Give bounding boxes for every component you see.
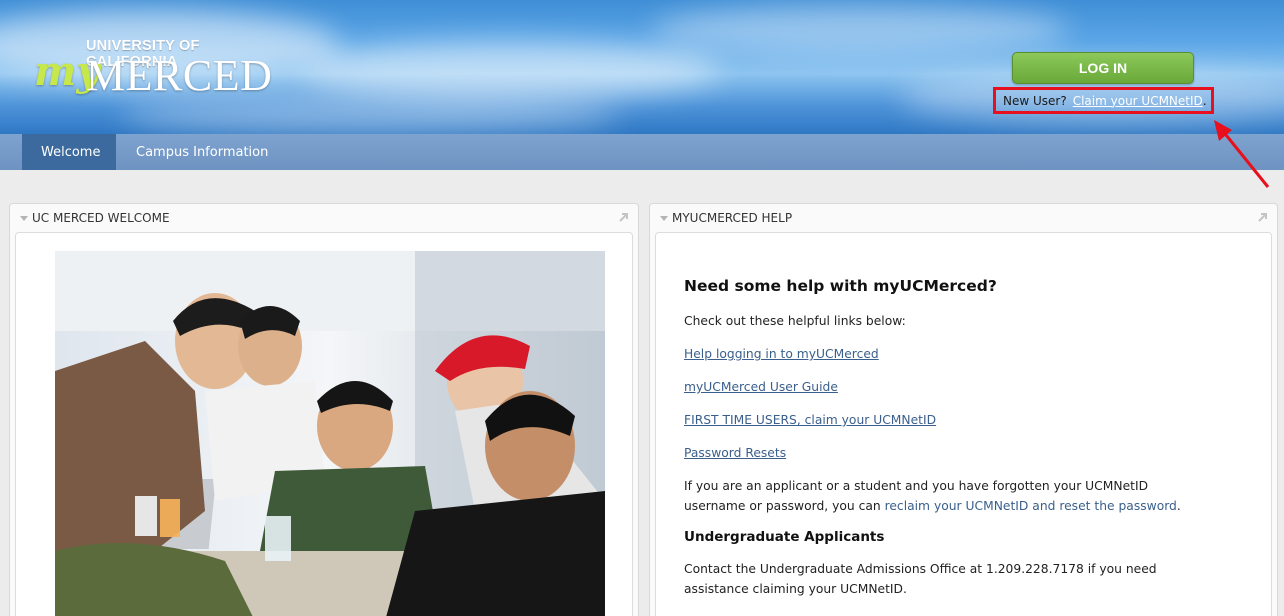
tab-campus-information[interactable]: Campus Information bbox=[117, 134, 287, 170]
help-intro: Check out these helpful links below: bbox=[684, 314, 906, 328]
help-logging-in-link[interactable]: Help logging in to myUCMerced bbox=[684, 347, 879, 361]
new-user-box: New User? Claim your UCMNetID . bbox=[993, 87, 1214, 114]
portlet-header: UC MERCED WELCOME bbox=[10, 204, 638, 232]
user-guide-link[interactable]: myUCMerced User Guide bbox=[684, 380, 838, 394]
main-nav: Welcome Campus Information bbox=[0, 134, 1284, 170]
portlet-header: MYUCMERCED HELP bbox=[650, 204, 1277, 232]
help-heading: Need some help with myUCMerced? bbox=[684, 277, 997, 295]
myucmerced-logo[interactable]: UNIVERSITY OF CALIFORNIA my MERCED bbox=[34, 36, 274, 106]
portlet-title: MYUCMERCED HELP bbox=[672, 211, 793, 225]
portlet-body: Need some help with myUCMerced? Check ou… bbox=[655, 232, 1272, 616]
password-resets-link[interactable]: Password Resets bbox=[684, 446, 786, 460]
maximize-icon[interactable] bbox=[618, 212, 629, 223]
help-content: Need some help with myUCMerced? Check ou… bbox=[684, 277, 1204, 612]
students-photo bbox=[55, 251, 605, 616]
site-header: UNIVERSITY OF CALIFORNIA my MERCED LOG I… bbox=[0, 0, 1284, 134]
login-button[interactable]: LOG IN bbox=[1012, 52, 1194, 84]
claim-suffix: . bbox=[1202, 93, 1207, 108]
forgot-paragraph: If you are an applicant or a student and… bbox=[684, 476, 1204, 516]
tab-welcome[interactable]: Welcome bbox=[22, 134, 116, 170]
myucmerced-help-portlet: MYUCMERCED HELP Need some help with myUC… bbox=[649, 203, 1278, 616]
uc-merced-welcome-portlet: UC MERCED WELCOME bbox=[9, 203, 639, 616]
claim-ucmnetid-link[interactable]: Claim your UCMNetID bbox=[1073, 94, 1203, 108]
collapse-triangle-icon[interactable] bbox=[660, 215, 668, 221]
maximize-icon[interactable] bbox=[1257, 212, 1268, 223]
undergrad-heading: Undergraduate Applicants bbox=[684, 529, 885, 545]
undergrad-text: Contact the Undergraduate Admissions Off… bbox=[684, 562, 1157, 596]
new-user-label: New User? bbox=[1003, 93, 1067, 108]
reclaim-ucmnetid-link[interactable]: reclaim your UCMNetID and reset the pass… bbox=[885, 499, 1177, 513]
logo-merced-text: MERCED bbox=[86, 51, 273, 100]
forgot-suffix: . bbox=[1176, 499, 1181, 513]
portlet-title: UC MERCED WELCOME bbox=[32, 211, 170, 225]
collapse-triangle-icon[interactable] bbox=[20, 215, 28, 221]
portlet-body bbox=[15, 232, 633, 616]
first-time-users-link[interactable]: FIRST TIME USERS, claim your UCMNetID bbox=[684, 413, 936, 427]
